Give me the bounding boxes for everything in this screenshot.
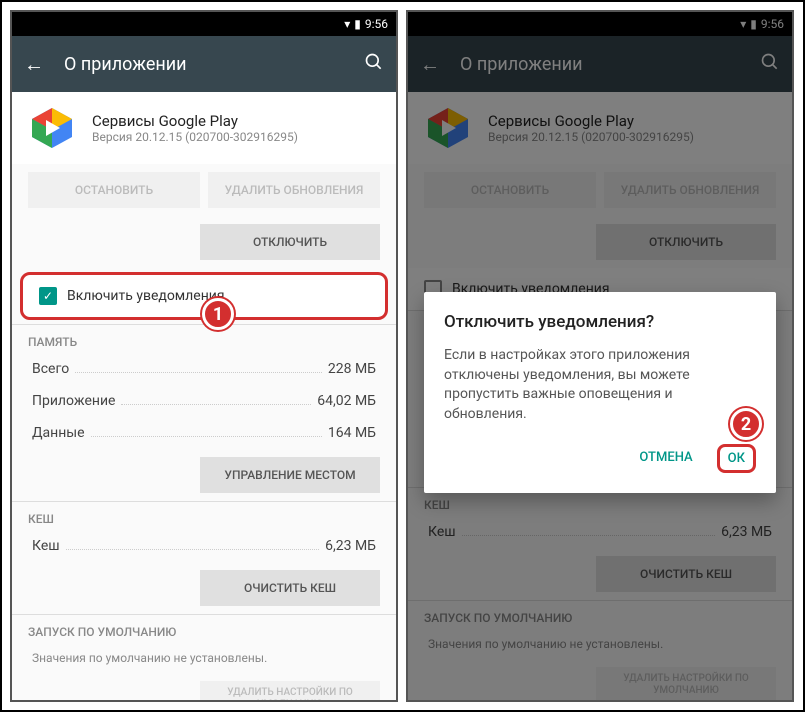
appbar-title: О приложении [64,54,364,75]
back-icon[interactable]: ← [24,52,44,77]
clear-cache-button[interactable]: ОЧИСТИТЬ КЕШ [200,570,380,606]
notifications-label: Включить уведомления [67,288,225,304]
cancel-button[interactable]: ОТМЕНА [631,444,700,473]
app-info-row: Сервисы Google Play Версия 20.12.15 (020… [12,92,396,164]
app-version: Версия 20.12.15 (020700-302916295) [92,130,298,144]
wifi-icon: ▾ [344,17,350,31]
battery-icon: ▮ [354,17,361,31]
search-icon[interactable] [364,52,384,77]
launch-info: Значения по умолчанию не установлены. [12,643,396,673]
play-services-icon [28,104,76,152]
step-badge-1: 1 [202,298,234,330]
section-cache: КЕШ [12,501,396,530]
app-bar: ← О приложении [12,36,396,92]
memory-total-row: Всего228 МБ [12,353,396,385]
step-badge-2: 2 [730,408,762,440]
dialog-title: Отключить уведомления? [444,312,756,332]
clear-defaults-button[interactable]: УДАЛИТЬ НАСТРОЙКИ ПО УМОЛЧАНИЮ [200,681,380,702]
status-bar: ▾ ▮ 9:56 [12,12,396,36]
dialog-body: Если в настройках этого приложения отклю… [444,346,756,424]
notifications-checkbox[interactable]: ✓ [39,287,57,305]
ok-button[interactable]: ОК [717,444,756,473]
uninstall-updates-button[interactable]: УДАЛИТЬ ОБНОВЛЕНИЯ [208,172,380,208]
app-name: Сервисы Google Play [92,112,298,130]
clock: 9:56 [365,17,388,31]
manage-storage-button[interactable]: УПРАВЛЕНИЕ МЕСТОМ [200,457,380,493]
disable-notifications-dialog: Отключить уведомления? Если в настройках… [424,292,776,493]
phone-right: ▾ ▮ 9:56 ← О приложении Сервисы Google P… [406,10,794,702]
memory-app-row: Приложение64,02 МБ [12,385,396,417]
disable-button[interactable]: ОТКЛЮЧИТЬ [200,224,380,260]
phone-left: ▾ ▮ 9:56 ← О приложении Сервисы Google P… [10,10,398,702]
stop-button[interactable]: ОСТАНОВИТЬ [28,172,200,208]
memory-data-row: Данные164 МБ [12,417,396,449]
section-launch: ЗАПУСК ПО УМОЛЧАНИЮ [12,614,396,643]
cache-row: Кеш6,23 МБ [12,530,396,562]
section-memory: ПАМЯТЬ [12,324,396,353]
